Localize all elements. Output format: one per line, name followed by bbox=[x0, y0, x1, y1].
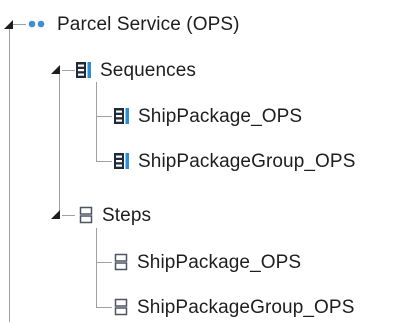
collapse-toggle-icon[interactable] bbox=[49, 208, 61, 220]
tree-connector bbox=[59, 118, 60, 216]
tree-node-label: ShipPackageGroup_OPS bbox=[138, 150, 356, 172]
tree-node-label: ShipPackage_OPS bbox=[137, 251, 302, 273]
step-icon bbox=[78, 206, 94, 224]
tree-connector bbox=[13, 24, 26, 25]
tree-connector bbox=[62, 70, 75, 71]
tree-connector bbox=[96, 82, 97, 162]
tree-node-steps[interactable]: Steps bbox=[78, 198, 151, 232]
tree-node-step-item[interactable]: ShipPackageGroup_OPS bbox=[113, 290, 354, 324]
tree-connector bbox=[96, 262, 112, 263]
tree-connector bbox=[96, 307, 112, 308]
tree-node-sequence-item[interactable]: ShipPackage_OPS bbox=[113, 99, 302, 133]
service-dots-icon bbox=[27, 19, 49, 29]
tree-view: Parcel Service (OPS) Sequences ShipPacka… bbox=[0, 0, 397, 322]
tree-node-label: Sequences bbox=[100, 59, 196, 81]
tree-connector bbox=[96, 161, 112, 162]
tree-node-label: Steps bbox=[102, 204, 152, 226]
tree-connector bbox=[9, 24, 10, 322]
tree-node-label: Parcel Service (OPS) bbox=[57, 13, 240, 35]
sequence-icon bbox=[75, 61, 92, 79]
tree-node-sequence-item[interactable]: ShipPackageGroup_OPS bbox=[113, 144, 355, 178]
sequence-icon bbox=[113, 107, 130, 125]
collapse-toggle-icon[interactable] bbox=[49, 63, 61, 75]
tree-node-label: ShipPackageGroup_OPS bbox=[137, 296, 355, 318]
tree-node-root[interactable]: Parcel Service (OPS) bbox=[27, 7, 240, 41]
tree-node-step-item[interactable]: ShipPackage_OPS bbox=[113, 245, 301, 279]
sequence-icon bbox=[113, 152, 130, 170]
tree-connector bbox=[96, 116, 112, 117]
tree-connector bbox=[59, 70, 60, 118]
collapse-toggle-icon[interactable] bbox=[2, 18, 14, 30]
step-icon bbox=[113, 298, 129, 316]
tree-connector bbox=[96, 228, 97, 308]
tree-node-label: ShipPackage_OPS bbox=[138, 105, 303, 127]
tree-node-sequences[interactable]: Sequences bbox=[75, 53, 196, 87]
tree-connector bbox=[62, 215, 75, 216]
step-icon bbox=[113, 253, 129, 271]
